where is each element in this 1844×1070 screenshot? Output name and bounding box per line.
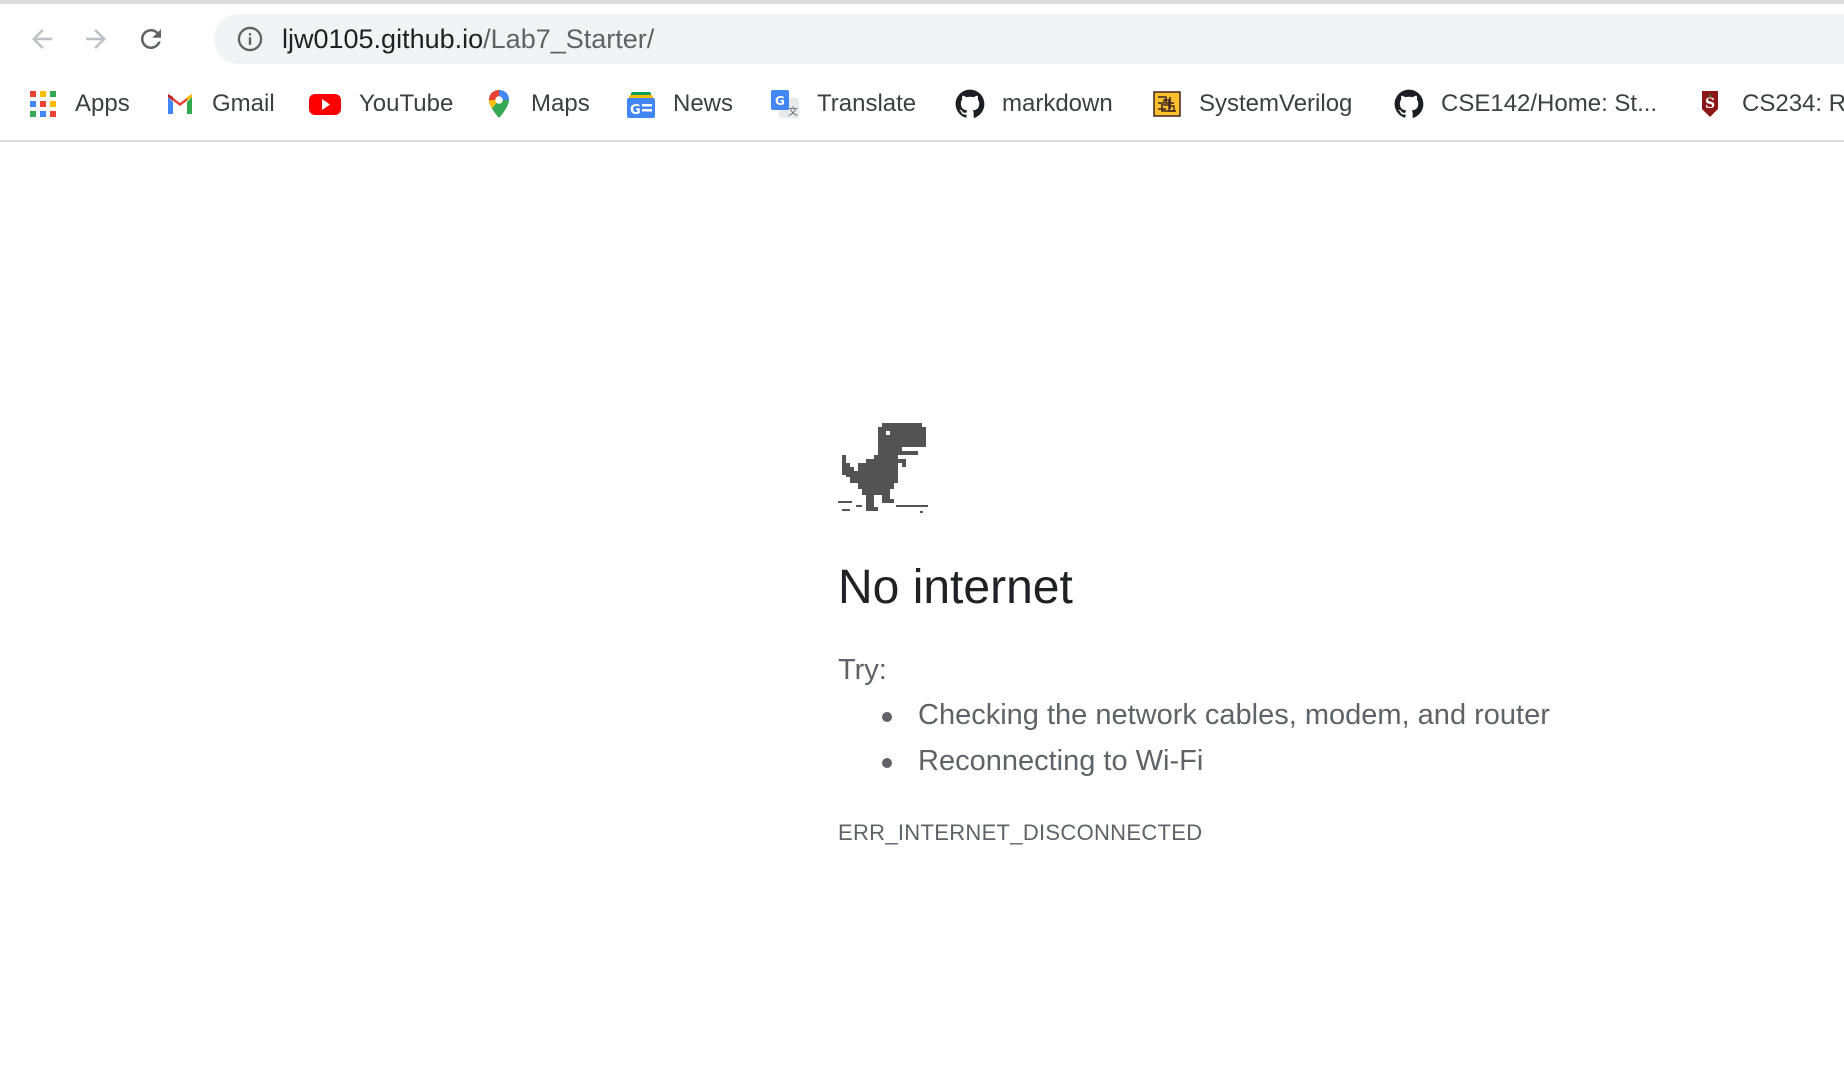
svg-text:G: G <box>775 94 785 108</box>
svg-text:S: S <box>1705 96 1715 112</box>
google-news-icon: G <box>626 89 656 119</box>
bookmark-label: Maps <box>531 90 590 117</box>
page-title: No internet <box>838 561 1073 614</box>
dinosaur-icon <box>838 423 928 513</box>
bookmark-apps[interactable]: Apps <box>28 86 130 122</box>
reload-button[interactable] <box>128 16 174 62</box>
circuit-icon <box>1152 89 1182 119</box>
bookmark-translate[interactable]: G 文 Translate <box>770 86 916 122</box>
maps-pin-icon <box>484 89 514 119</box>
info-icon[interactable] <box>236 25 264 53</box>
stanford-icon: S <box>1695 89 1725 119</box>
address-bar[interactable]: ljw0105.github.io/Lab7_Starter/ <box>214 14 1844 64</box>
bookmark-cse142[interactable]: CSE142/Home: St... <box>1394 86 1657 122</box>
bookmark-markdown[interactable]: markdown <box>955 86 1113 122</box>
suggestion-item: Checking the network cables, modem, and … <box>838 698 1550 732</box>
bookmark-label: CS234: R <box>1742 90 1844 117</box>
bookmark-label: YouTube <box>359 90 454 117</box>
suggestion-item: Reconnecting to Wi-Fi <box>838 744 1550 778</box>
bookmark-youtube[interactable]: YouTube <box>308 86 453 122</box>
browser-toolbar: ljw0105.github.io/Lab7_Starter/ <box>0 0 1844 68</box>
bookmark-cs234[interactable]: S CS234: R <box>1695 86 1844 122</box>
svg-text:G: G <box>630 103 641 118</box>
bookmark-label: News <box>673 90 734 117</box>
bookmark-label: Gmail <box>212 90 275 117</box>
github-icon <box>1394 89 1424 119</box>
google-translate-icon: G 文 <box>770 89 800 119</box>
try-label: Try: <box>838 654 887 686</box>
error-code: ERR_INTERNET_DISCONNECTED <box>838 820 1203 845</box>
bookmark-label: Apps <box>75 90 130 117</box>
bookmark-label: SystemVerilog <box>1199 90 1353 117</box>
bookmark-label: Translate <box>817 90 917 117</box>
reload-icon <box>141 29 161 49</box>
suggestions-list: Checking the network cables, modem, and … <box>838 698 1550 790</box>
forward-button[interactable] <box>73 16 119 62</box>
url-text[interactable]: ljw0105.github.io/Lab7_Starter/ <box>282 24 654 54</box>
bookmark-maps[interactable]: Maps <box>484 86 590 122</box>
bookmarks-bar: Apps Gmail YouTube Maps G News G 文 Trans… <box>0 68 1844 142</box>
youtube-icon <box>308 89 342 119</box>
bookmark-label: CSE142/Home: St... <box>1441 90 1658 117</box>
url-host: ljw0105.github.io <box>282 24 484 54</box>
svg-text:文: 文 <box>788 105 798 118</box>
bookmark-systemverilog[interactable]: SystemVerilog <box>1152 86 1352 122</box>
apps-grid-icon <box>28 89 58 119</box>
gmail-icon <box>165 89 195 119</box>
github-icon <box>955 89 985 119</box>
bookmark-label: markdown <box>1002 90 1113 117</box>
bookmark-news[interactable]: G News <box>626 86 733 122</box>
back-button[interactable] <box>19 16 65 62</box>
arrow-right-icon <box>86 29 106 49</box>
arrow-left-icon <box>32 29 52 49</box>
bookmark-gmail[interactable]: Gmail <box>165 86 275 122</box>
url-path: /Lab7_Starter/ <box>483 24 655 54</box>
